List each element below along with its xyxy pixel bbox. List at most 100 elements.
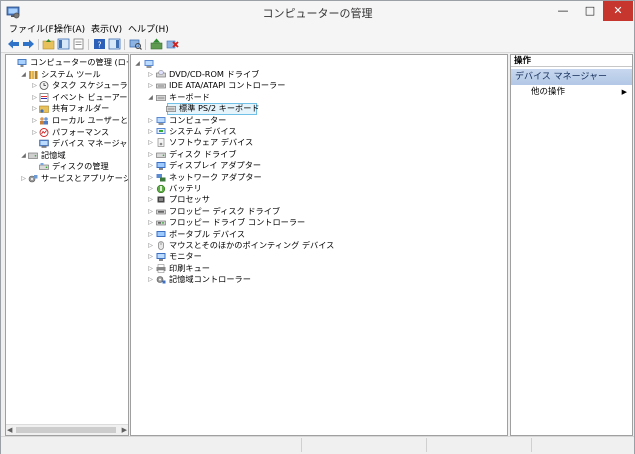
scroll-left-icon[interactable]: ◀	[7, 425, 12, 435]
actions-pane: 操作 デバイス マネージャー 他の操作 ▶	[510, 54, 633, 436]
expand-arrow-icon[interactable]: ▷	[31, 115, 38, 126]
expand-arrow-icon[interactable]: ▷	[147, 263, 154, 274]
actions-section-device-manager[interactable]: デバイス マネージャー	[511, 69, 632, 85]
navigation-tree-pane[interactable]: コンピューターの管理 (ローカル)◢システム ツール▷タスク スケジューラ▷イベ…	[5, 54, 129, 436]
close-button[interactable]: ✕	[603, 1, 633, 21]
expand-arrow-icon[interactable]: ▷	[31, 80, 38, 91]
expand-arrow-icon[interactable]: ▷	[147, 115, 154, 126]
tree-node[interactable]: ▷ タスク スケジューラ	[6, 80, 128, 91]
collapse-arrow-icon[interactable]: ◢	[20, 69, 27, 80]
expand-arrow-icon[interactable]: ▷	[147, 126, 154, 137]
horizontal-scrollbar[interactable]: ◀ ▶	[6, 424, 128, 435]
more-actions-link[interactable]: 他の操作	[531, 87, 565, 98]
expand-arrow-icon[interactable]: ▷	[31, 92, 38, 103]
expand-arrow-icon[interactable]: ▷	[31, 103, 38, 114]
tree-node[interactable]: ▷ イベント ビューアー	[6, 92, 128, 103]
expand-arrow-icon[interactable]: ▷	[147, 69, 154, 80]
portable-device-icon	[156, 230, 166, 239]
expand-arrow-icon[interactable]: ▷	[147, 149, 154, 160]
expand-arrow-icon[interactable]: ▷	[147, 194, 154, 205]
device-category-label: ディスプレイ アダプター	[169, 160, 262, 171]
collapse-arrow-icon[interactable]: ◢	[134, 58, 141, 69]
device-category-row[interactable]: ▷ ネットワーク アダプター	[131, 172, 501, 183]
scrollbar-thumb[interactable]	[16, 427, 116, 433]
floppy-controller-icon	[156, 218, 166, 227]
scan-hardware-icon[interactable]	[129, 38, 142, 50]
device-category-row[interactable]: ▷ プロセッサ	[131, 194, 501, 205]
device-category-row[interactable]: ▷ 印刷キュー	[131, 263, 501, 274]
device-category-row[interactable]: ▷ システム デバイス	[131, 126, 501, 137]
device-category-row[interactable]: ▷ 記憶域コントローラー	[131, 274, 501, 285]
expand-arrow-icon[interactable]: ▷	[147, 172, 154, 183]
expand-arrow-icon[interactable]: ▷	[147, 80, 154, 91]
show-hide-tree-icon[interactable]	[57, 38, 70, 50]
expand-arrow-icon[interactable]: ▷	[31, 127, 38, 138]
storage-controller-icon	[156, 275, 166, 284]
minimize-button[interactable]: —	[550, 1, 576, 21]
device-category-row[interactable]: 標準 PS/2 キーボード	[131, 103, 501, 116]
forward-arrow-icon[interactable]	[22, 38, 35, 50]
device-category-row[interactable]: ▷ DVD/CD-ROM ドライブ	[131, 69, 501, 80]
device-category-row[interactable]: ▷ バッテリ	[131, 183, 501, 194]
device-category-label: 印刷キュー	[169, 262, 210, 273]
device-tree-root[interactable]: ◢	[131, 58, 501, 69]
tree-node[interactable]: ▷ パフォーマンス	[6, 127, 128, 138]
device-manager-pane[interactable]: ◢ ▷ DVD/CD-ROM ドライブ ▷ IDE ATA/ATAPI コントローラー ◢…	[130, 54, 508, 436]
tree-node-label: ローカル ユーザーとグループ	[52, 115, 129, 125]
collapse-arrow-icon[interactable]: ◢	[20, 150, 27, 161]
expand-arrow-icon[interactable]: ▷	[147, 183, 154, 194]
back-arrow-icon[interactable]	[7, 38, 20, 50]
device-category-label: コンピューター	[169, 114, 227, 125]
toolbar-separator	[88, 39, 89, 50]
device-category-row[interactable]: ▷ フロッピー ドライブ コントローラー	[131, 217, 501, 228]
device-category-row[interactable]: ▷ モニター	[131, 251, 501, 262]
device-category-row[interactable]: ▷ ポータブル デバイス	[131, 229, 501, 240]
expand-arrow-icon[interactable]: ▷	[147, 251, 154, 262]
tree-node-label: 共有フォルダー	[52, 103, 110, 114]
expand-arrow-icon[interactable]: ▷	[147, 160, 154, 171]
device-category-label: マウスとそのほかのポインティング デバイス	[169, 240, 335, 250]
expand-arrow-icon[interactable]: ▷	[147, 206, 154, 217]
scroll-right-icon[interactable]: ▶	[122, 425, 127, 435]
maximize-button[interactable]: □	[577, 1, 603, 21]
tree-node[interactable]: ▷ 共有フォルダー	[6, 103, 128, 114]
help-icon[interactable]: ?	[93, 38, 106, 50]
uninstall-device-icon[interactable]	[166, 38, 179, 50]
tree-node[interactable]: ◢ システム ツール	[6, 69, 128, 80]
device-category-row[interactable]: ▷ ディスプレイ アダプター	[131, 160, 501, 171]
disk-drive-icon	[156, 150, 166, 159]
menu-view[interactable]: 表示(V)	[91, 23, 122, 37]
device-category-row[interactable]: ◢ キーボード	[131, 92, 501, 103]
expand-arrow-icon[interactable]: ▷	[147, 274, 154, 285]
device-category-row[interactable]: ▷ ソフトウェア デバイス	[131, 137, 501, 148]
device-category-row[interactable]: ▷ コンピューター	[131, 115, 501, 126]
title-bar[interactable]: コンピューターの管理 — □ ✕	[1, 1, 634, 23]
expand-arrow-icon[interactable]: ▷	[147, 137, 154, 148]
device-category-row[interactable]: ▷ マウスとそのほかのポインティング デバイス	[131, 240, 501, 251]
show-hide-action-pane-icon[interactable]	[108, 38, 121, 50]
tree-node[interactable]: コンピューターの管理 (ローカル)	[6, 57, 128, 68]
properties-icon[interactable]	[72, 38, 85, 50]
submenu-arrow-icon[interactable]: ▶	[622, 87, 627, 98]
update-driver-icon[interactable]	[150, 38, 163, 50]
device-category-label: システム デバイス	[169, 126, 237, 136]
device-category-row[interactable]: ▷ フロッピー ディスク ドライブ	[131, 206, 501, 217]
menu-help[interactable]: ヘルプ(H)	[128, 23, 169, 37]
expand-arrow-icon[interactable]: ▷	[147, 240, 154, 251]
tree-node[interactable]: ◢ 記憶域	[6, 150, 128, 161]
expand-arrow-icon[interactable]: ▷	[20, 173, 27, 184]
tree-node[interactable]: ▷ ローカル ユーザーとグループ	[6, 115, 128, 126]
expand-arrow-icon[interactable]: ▷	[147, 229, 154, 240]
up-folder-icon[interactable]	[42, 38, 55, 50]
menu-bar: ファイル(F) 操作(A) 表示(V) ヘルプ(H)	[1, 23, 634, 37]
tree-node[interactable]: デバイス マネージャー	[6, 138, 128, 149]
collapse-arrow-icon[interactable]: ◢	[147, 92, 154, 103]
device-category-row[interactable]: ▷ ディスク ドライブ	[131, 149, 501, 160]
processor-icon	[156, 195, 166, 204]
menu-file[interactable]: ファイル(F)	[9, 23, 57, 37]
tree-node[interactable]: ▷ サービスとアプリケーション	[6, 173, 128, 184]
tree-node[interactable]: ディスクの管理	[6, 161, 128, 172]
menu-action[interactable]: 操作(A)	[54, 23, 85, 37]
device-category-row[interactable]: ▷ IDE ATA/ATAPI コントローラー	[131, 80, 501, 91]
expand-arrow-icon[interactable]: ▷	[147, 217, 154, 228]
